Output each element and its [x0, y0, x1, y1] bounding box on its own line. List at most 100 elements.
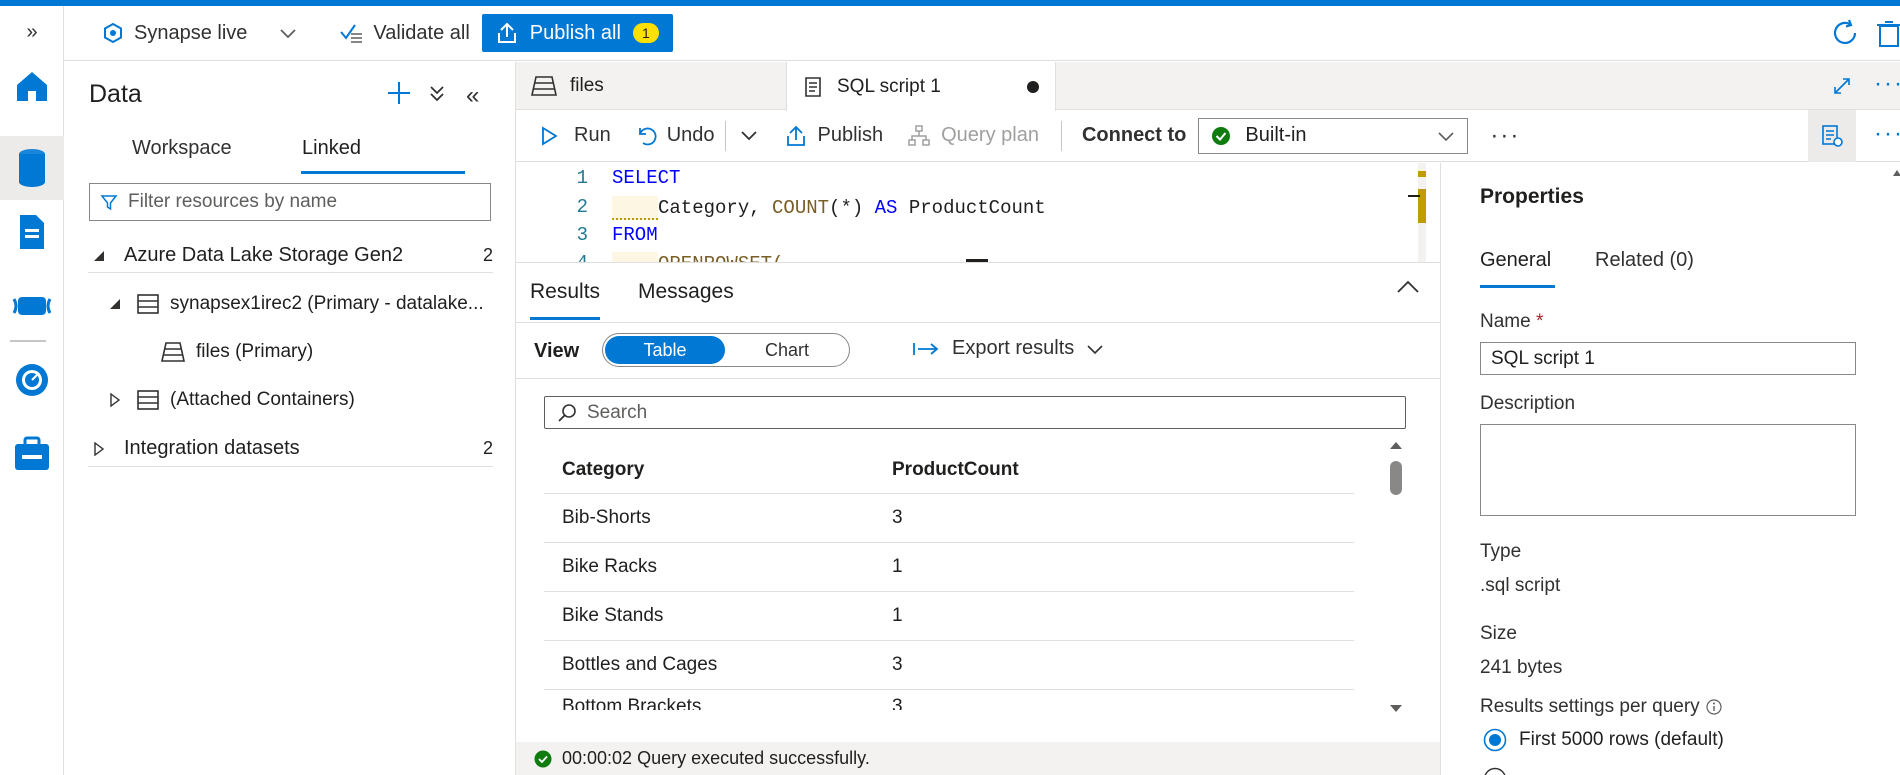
- add-resource-icon[interactable]: [386, 80, 412, 112]
- table-row[interactable]: Bike Stands 1: [544, 592, 1354, 641]
- expand-triangle-icon: [94, 441, 105, 456]
- collapse-pane-icon[interactable]: «: [466, 82, 479, 110]
- container-icon: [161, 342, 185, 362]
- view-toggle: Table Chart: [602, 333, 850, 367]
- tab-files[interactable]: files: [516, 62, 786, 110]
- connection-value: Built-in: [1245, 124, 1307, 146]
- search-placeholder: Search: [587, 401, 648, 423]
- tab-related[interactable]: Related (0): [1595, 249, 1694, 272]
- filter-placeholder: Filter resources by name: [128, 191, 338, 212]
- table-row[interactable]: Bottom Brackets 3: [544, 690, 1354, 711]
- line-number: 1: [576, 167, 588, 189]
- minimap-scrollbar[interactable]: [1418, 163, 1426, 262]
- rail-divider: [10, 340, 46, 342]
- radio-selected-icon: [1483, 728, 1507, 752]
- discard-icon[interactable]: [1874, 18, 1900, 54]
- column-header-productcount[interactable]: ProductCount: [892, 459, 1019, 481]
- scroll-down-icon[interactable]: [1388, 704, 1404, 714]
- tree-item-files[interactable]: files (Primary): [160, 336, 460, 368]
- validate-all-label: Validate all: [373, 21, 470, 44]
- tab-sql-script[interactable]: SQL script 1: [786, 62, 1056, 111]
- first-5000-rows-radio[interactable]: First 5000 rows (default): [1483, 728, 1724, 752]
- indent-guide: [612, 252, 658, 262]
- tree-item-account[interactable]: synapsex1irec2 (Primary - datalake...: [108, 288, 493, 320]
- view-chart-option[interactable]: Chart: [727, 336, 847, 364]
- query-status-text: 00:00:02 Query executed successfully.: [562, 748, 870, 768]
- scrollbar-thumb[interactable]: [1390, 461, 1402, 495]
- account-label: synapsex1irec2 (Primary - datalake...: [170, 293, 484, 314]
- undo-dropdown-icon[interactable]: [740, 125, 758, 147]
- table-scrollbar[interactable]: [1386, 440, 1406, 714]
- publish-button[interactable]: Publish: [784, 124, 883, 148]
- properties-title: Properties: [1480, 185, 1584, 208]
- scroll-up-icon[interactable]: [1892, 169, 1900, 177]
- tab-workspace[interactable]: Workspace: [132, 137, 232, 160]
- filter-resources-input[interactable]: Filter resources by name: [89, 183, 491, 221]
- validate-all-button[interactable]: Validate all: [339, 21, 470, 45]
- undo-button[interactable]: Undo: [635, 124, 715, 147]
- collapse-triangle-icon: [94, 250, 104, 261]
- code-line-1: SELECT: [612, 167, 681, 189]
- tree-item-attached[interactable]: (Attached Containers): [108, 384, 493, 416]
- manage-hub-icon[interactable]: [8, 430, 56, 478]
- query-plan-button[interactable]: Query plan: [907, 124, 1039, 148]
- chevron-down-icon: [1438, 131, 1454, 141]
- search-icon: [558, 403, 576, 422]
- tab-messages[interactable]: Messages: [638, 263, 734, 321]
- view-table-option[interactable]: Table: [605, 336, 725, 364]
- expand-triangle-icon: [110, 393, 121, 407]
- export-results-label: Export results: [952, 337, 1075, 359]
- required-marker: *: [1535, 311, 1544, 332]
- toolbar-more-icon[interactable]: ···: [1490, 122, 1520, 150]
- collapse-all-icon[interactable]: [428, 84, 446, 108]
- tab-linked[interactable]: Linked: [302, 137, 361, 160]
- expand-rail-icon[interactable]: »: [8, 14, 56, 50]
- run-button[interactable]: Run: [540, 124, 611, 147]
- maximize-icon[interactable]: [1832, 76, 1852, 102]
- publish-icon: [786, 125, 805, 146]
- info-icon[interactable]: [1706, 699, 1722, 715]
- code-token: ProductCount: [897, 197, 1046, 220]
- synapse-icon: [104, 22, 122, 44]
- unsaved-dot-icon[interactable]: [1027, 80, 1039, 93]
- publish-all-button[interactable]: Publish all 1: [481, 14, 673, 52]
- container-icon: [531, 76, 557, 96]
- storage-account-icon: [137, 390, 159, 410]
- description-textarea[interactable]: [1480, 424, 1856, 516]
- tab-results[interactable]: Results: [530, 263, 600, 321]
- size-label: Size: [1480, 623, 1517, 644]
- monitor-hub-icon[interactable]: [8, 356, 56, 404]
- integrate-hub-icon[interactable]: [8, 282, 56, 330]
- column-header-category[interactable]: Category: [562, 459, 644, 481]
- scroll-marker: [1408, 195, 1420, 197]
- data-hub-icon[interactable]: [0, 136, 64, 200]
- tree-item-adls[interactable]: Azure Data Lake Storage Gen2 2: [88, 239, 493, 273]
- tree-item-integration[interactable]: Integration datasets 2: [88, 431, 493, 467]
- code-token: AS: [874, 197, 898, 220]
- results-settings-label: Results settings per query: [1480, 696, 1722, 718]
- table-row[interactable]: Bib-Shorts 3: [544, 494, 1354, 543]
- develop-hub-icon[interactable]: [8, 208, 56, 256]
- line-number: 3: [576, 224, 588, 246]
- integration-count: 2: [482, 438, 493, 458]
- properties-scrollbar[interactable]: [1892, 169, 1900, 775]
- refresh-icon[interactable]: [1830, 18, 1860, 54]
- results-divider: [516, 378, 1440, 379]
- tabs-more-icon[interactable]: ···: [1874, 70, 1900, 98]
- scroll-up-icon[interactable]: [1388, 440, 1404, 450]
- collapse-results-icon[interactable]: [1396, 279, 1420, 301]
- filter-icon: [100, 195, 118, 211]
- toolbar-overflow-icon[interactable]: ···: [1874, 120, 1900, 148]
- tab-general[interactable]: General: [1480, 249, 1551, 272]
- table-row[interactable]: Bottles and Cages 3: [544, 641, 1354, 690]
- results-search-input[interactable]: Search: [544, 396, 1406, 429]
- name-input[interactable]: SQL script 1: [1480, 342, 1856, 375]
- table-row[interactable]: Bike Racks 1: [544, 543, 1354, 592]
- export-results-button[interactable]: Export results: [912, 337, 1104, 360]
- home-icon[interactable]: [8, 62, 56, 110]
- properties-toggle-icon[interactable]: [1808, 110, 1856, 162]
- sql-code-editor[interactable]: 1 2 3 4 SELECT Category, COUNT(*) AS Pro…: [516, 163, 1440, 263]
- connection-select[interactable]: Built-in: [1198, 117, 1469, 154]
- synapse-live-dropdown[interactable]: Synapse live: [102, 22, 297, 45]
- all-rows-radio[interactable]: [1483, 767, 1507, 775]
